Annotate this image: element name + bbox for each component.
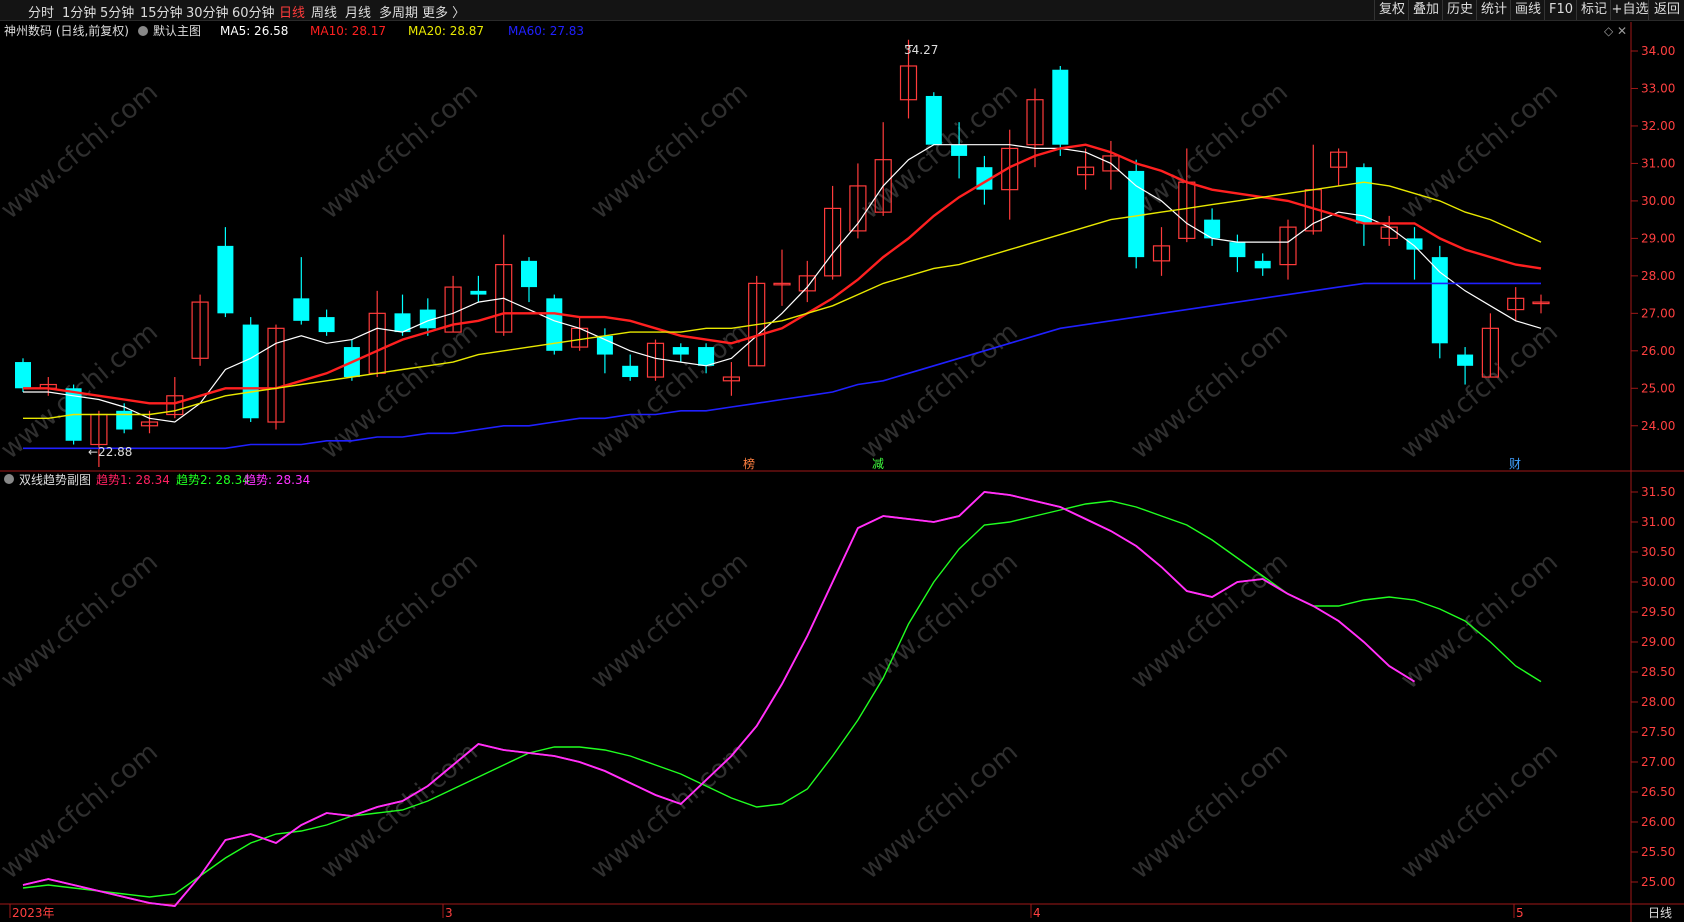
main-ytick-label-2: 26.00 [1641, 344, 1675, 358]
candle-12 [318, 317, 335, 333]
sub-ytick-label-5: 27.50 [1641, 725, 1675, 739]
sub-ytick-label-9: 29.50 [1641, 605, 1675, 619]
candle-55 [1406, 238, 1423, 250]
watermark-13: www.cfchi.com [315, 547, 484, 695]
trend1-value: 趋势1: 28.34 [96, 473, 170, 487]
sub-ytick-label-7: 28.50 [1641, 665, 1675, 679]
watermark-10: www.cfchi.com [1125, 317, 1294, 465]
sub-ytick-label-8: 29.00 [1641, 635, 1675, 649]
candle-18 [470, 290, 487, 295]
candle-49 [1254, 260, 1271, 269]
main-ytick-label-9: 33.00 [1641, 81, 1675, 95]
sub-indicator-name: 双线趋势副图 [19, 473, 91, 487]
watermark-22: www.cfchi.com [1125, 737, 1294, 885]
main-ytick-label-7: 31.00 [1641, 156, 1675, 170]
candle-20 [521, 260, 537, 288]
main-settings-icon [138, 26, 148, 36]
watermark-17: www.cfchi.com [1395, 547, 1564, 695]
candle-0 [15, 362, 31, 389]
candle-11 [293, 298, 310, 321]
date-label-2: 4 [1033, 906, 1041, 920]
ma10-value: MA10: 28.17 [310, 24, 386, 38]
trend-line-趋势 [22, 491, 1415, 907]
watermark-0: www.cfchi.com [0, 77, 164, 225]
sub-ytick-label-11: 30.50 [1641, 545, 1675, 559]
sub-ytick-label-3: 26.50 [1641, 785, 1675, 799]
candle-56 [1431, 257, 1448, 344]
candle-9 [242, 324, 259, 419]
main-ytick-label-4: 28.00 [1641, 269, 1675, 283]
event-marker-2: 财 [1509, 457, 1521, 471]
candle-24 [622, 365, 639, 378]
watermark-11: www.cfchi.com [1395, 317, 1564, 465]
close-icon: ✕ [1617, 24, 1627, 38]
main-indicator-name: 默认主图 [153, 23, 201, 38]
trend-value: 趋势: 28.34 [244, 473, 310, 487]
watermark-6: www.cfchi.com [0, 317, 164, 465]
ma20-value: MA20: 28.87 [408, 24, 484, 38]
candle-37 [951, 144, 968, 156]
candle-27 [698, 347, 715, 366]
watermark-5: www.cfchi.com [1395, 77, 1564, 225]
candle-44 [1128, 170, 1145, 258]
sub-ytick-label-13: 31.50 [1641, 485, 1675, 499]
candle-57 [1457, 354, 1474, 366]
date-label-1: 3 [445, 906, 453, 920]
watermark-4: www.cfchi.com [1125, 77, 1294, 225]
watermark-7: www.cfchi.com [315, 317, 484, 465]
main-ytick-label-8: 32.00 [1641, 119, 1675, 133]
main-ytick-label-1: 25.00 [1641, 381, 1675, 395]
main-ytick-label-10: 34.00 [1641, 44, 1675, 58]
candle-4 [116, 410, 133, 430]
watermark-2: www.cfchi.com [585, 77, 754, 225]
kline-chart[interactable]: www.cfchi.com www.cfchi.com www.cfchi.com w… [0, 0, 1684, 922]
sub-ytick-label-0: 25.00 [1641, 875, 1675, 889]
watermark-9: www.cfchi.com [855, 317, 1024, 465]
watermark-1: www.cfchi.com [315, 77, 484, 225]
main-ytick-label-3: 27.00 [1641, 306, 1675, 320]
candle-48 [1229, 242, 1246, 258]
high-arrow: ⌐ [904, 39, 914, 53]
ma60-value: MA60: 27.83 [508, 24, 584, 38]
low-label: ←22.88 [88, 445, 132, 459]
watermark-16: www.cfchi.com [1125, 547, 1294, 695]
main-ytick-label-5: 29.00 [1641, 231, 1675, 245]
trend2-value: 趋势2: 28.34 [176, 473, 250, 487]
watermark-23: www.cfchi.com [1395, 737, 1564, 885]
watermark-12: www.cfchi.com [0, 547, 164, 695]
trend-line-趋势1 [22, 491, 1415, 907]
trend-line-趋势2 [22, 500, 1542, 898]
sub-ytick-label-6: 28.00 [1641, 695, 1675, 709]
sub-ytick-label-10: 30.00 [1641, 575, 1675, 589]
event-marker-1: 减 [872, 457, 884, 471]
date-label-3: 5 [1516, 906, 1524, 920]
watermark-21: www.cfchi.com [855, 737, 1024, 885]
candle-36 [925, 95, 942, 145]
sub-ytick-label-12: 31.00 [1641, 515, 1675, 529]
candle-26 [672, 347, 689, 355]
event-marker-0: 榜 [743, 456, 755, 471]
main-ytick-label-0: 24.00 [1641, 419, 1675, 433]
period-label: 日线 [1648, 906, 1672, 920]
watermark-14: www.cfchi.com [585, 547, 754, 695]
stock-title: 神州数码 (日线,前复权) [4, 23, 129, 38]
watermark-15: www.cfchi.com [855, 547, 1024, 695]
ma5-value: MA5: 26.58 [220, 24, 288, 38]
candle-23 [596, 335, 613, 355]
diamond-icon: ◇ [1604, 24, 1614, 38]
candle-41 [1052, 69, 1069, 145]
sub-settings-icon [4, 474, 14, 484]
watermark-18: www.cfchi.com [0, 737, 164, 885]
sub-ytick-label-2: 26.00 [1641, 815, 1675, 829]
main-ytick-label-6: 30.00 [1641, 194, 1675, 208]
sub-ytick-label-4: 27.00 [1641, 755, 1675, 769]
date-label-0: 2023年 [12, 906, 55, 920]
candle-8 [217, 245, 234, 314]
sub-ytick-label-1: 25.50 [1641, 845, 1675, 859]
